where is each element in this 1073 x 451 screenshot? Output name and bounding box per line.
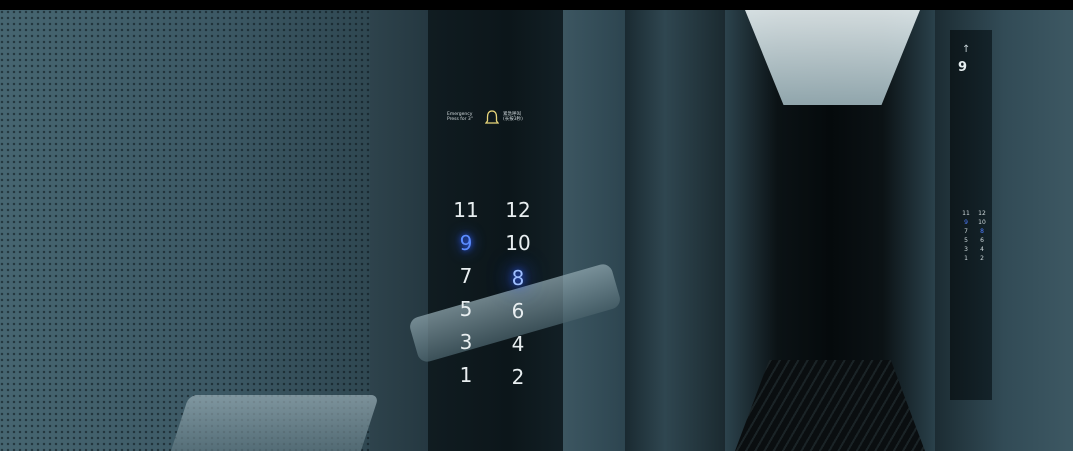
- floor-button-11[interactable]: 11: [446, 196, 486, 224]
- floor-button-12[interactable]: 12: [498, 196, 538, 224]
- elevator-interior: ↑ 9 11 12 9 10 7 8 5 6 3 4 1 2 Emergency…: [0, 0, 1073, 451]
- mini-button: 7: [964, 228, 968, 235]
- mini-button: 6: [980, 237, 984, 244]
- mini-button: 3: [964, 246, 968, 253]
- emergency-label-cn: 紧急呼叫 (长按3秒): [503, 112, 523, 122]
- floor-keypad: 11 9 7 5 3 1 12 10 8 6 4 2: [446, 196, 542, 396]
- floor-button-2[interactable]: 2: [498, 363, 538, 391]
- mini-button: 8: [980, 228, 984, 235]
- mini-button: 11: [962, 210, 970, 217]
- bell-icon[interactable]: [485, 110, 499, 126]
- mini-button: 9: [964, 219, 968, 226]
- lower-handrail: [170, 395, 380, 451]
- panel-side-column: [563, 10, 625, 451]
- floor-indicator: 9: [958, 60, 968, 75]
- reflected-keypad: 11 12 9 10 7 8 5 6 3 4 1 2: [958, 210, 990, 262]
- wall-seam: [370, 10, 428, 451]
- emergency-label-en: Emergency Press for 3": [447, 112, 473, 122]
- door-frame: [625, 10, 725, 451]
- perforated-wall-panel: [0, 10, 370, 451]
- floor-button-3[interactable]: 3: [446, 328, 486, 356]
- top-bar: [0, 0, 1073, 10]
- floor-button-7[interactable]: 7: [446, 262, 486, 290]
- floor-button-1[interactable]: 1: [446, 361, 486, 389]
- up-arrow-icon: ↑: [962, 44, 971, 55]
- floor-button-5[interactable]: 5: [446, 295, 486, 323]
- floor-button-9[interactable]: 9: [446, 229, 486, 257]
- floor-button-6[interactable]: 6: [498, 297, 538, 325]
- mini-button: 4: [980, 246, 984, 253]
- mini-button: 2: [980, 255, 984, 262]
- floor-button-8[interactable]: 8: [498, 264, 538, 292]
- mini-button: 12: [978, 210, 986, 217]
- emergency-call[interactable]: Emergency Press for 3" 紧急呼叫 (长按3秒): [447, 110, 547, 134]
- mini-button: 5: [964, 237, 968, 244]
- floor-button-4[interactable]: 4: [498, 330, 538, 358]
- floor-button-10[interactable]: 10: [498, 229, 538, 257]
- mini-button: 10: [978, 219, 986, 226]
- mini-button: 1: [964, 255, 968, 262]
